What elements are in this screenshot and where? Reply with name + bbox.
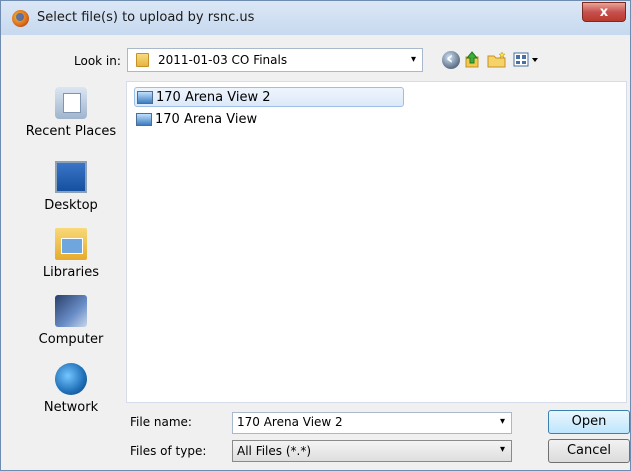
files-of-type-label: Files of type: — [130, 444, 207, 458]
view-menu-icon[interactable] — [513, 51, 543, 69]
chevron-down-icon: ▾ — [410, 54, 416, 65]
file-upload-dialog: Select file(s) to upload by rsnc.us x Lo… — [0, 0, 631, 471]
libraries-icon — [55, 228, 87, 260]
close-button[interactable]: x — [582, 2, 626, 22]
window-title: Select file(s) to upload by rsnc.us — [37, 10, 255, 25]
open-button[interactable]: Open — [548, 410, 630, 434]
place-network[interactable]: Network — [22, 363, 120, 415]
place-libraries[interactable]: Libraries — [22, 228, 120, 280]
computer-icon — [55, 295, 87, 327]
place-computer[interactable]: Computer — [22, 295, 120, 347]
cancel-button[interactable]: Cancel — [548, 439, 630, 463]
image-file-icon — [137, 91, 153, 104]
file-name-input[interactable] — [237, 415, 477, 429]
file-list[interactable]: 170 Arena View 2 170 Arena View — [126, 81, 627, 403]
up-folder-icon[interactable] — [463, 51, 481, 69]
desktop-icon — [55, 161, 87, 193]
list-item[interactable]: 170 Arena View — [134, 110, 404, 130]
place-label: Network — [43, 400, 99, 415]
list-item[interactable]: 170 Arena View 2 — [134, 87, 404, 107]
look-in-select[interactable]: 2011-01-03 CO Finals ▾ — [127, 48, 423, 72]
file-name: 170 Arena View 2 — [156, 90, 271, 105]
image-file-icon — [136, 113, 152, 126]
new-folder-icon[interactable] — [487, 51, 506, 69]
folder-icon — [136, 53, 149, 67]
files-of-type-select[interactable]: All Files (*.*) ▾ — [232, 440, 512, 462]
place-label: Desktop — [44, 198, 98, 213]
look-in-value: 2011-01-03 CO Finals — [158, 53, 288, 67]
place-label: Computer — [38, 332, 104, 347]
files-of-type-value: All Files (*.*) — [237, 444, 312, 458]
place-label: Recent Places — [25, 124, 117, 139]
title-bar[interactable]: Select file(s) to upload by rsnc.us x — [1, 1, 630, 35]
recent-places-icon — [55, 87, 87, 119]
place-recent-places[interactable]: Recent Places — [22, 87, 120, 139]
file-name: 170 Arena View — [155, 112, 258, 127]
network-icon — [55, 363, 87, 395]
places-bar: Recent Places Desktop Libraries Computer… — [22, 81, 120, 463]
file-name-field[interactable]: ▾ — [232, 412, 512, 434]
file-name-label: File name: — [130, 415, 192, 429]
place-label: Libraries — [42, 265, 100, 280]
place-desktop[interactable]: Desktop — [22, 161, 120, 213]
chevron-down-icon[interactable]: ▾ — [500, 416, 505, 427]
firefox-icon — [12, 10, 29, 27]
back-icon[interactable] — [442, 48, 460, 69]
chevron-down-icon: ▾ — [499, 444, 505, 455]
look-in-label: Look in: — [74, 54, 121, 68]
